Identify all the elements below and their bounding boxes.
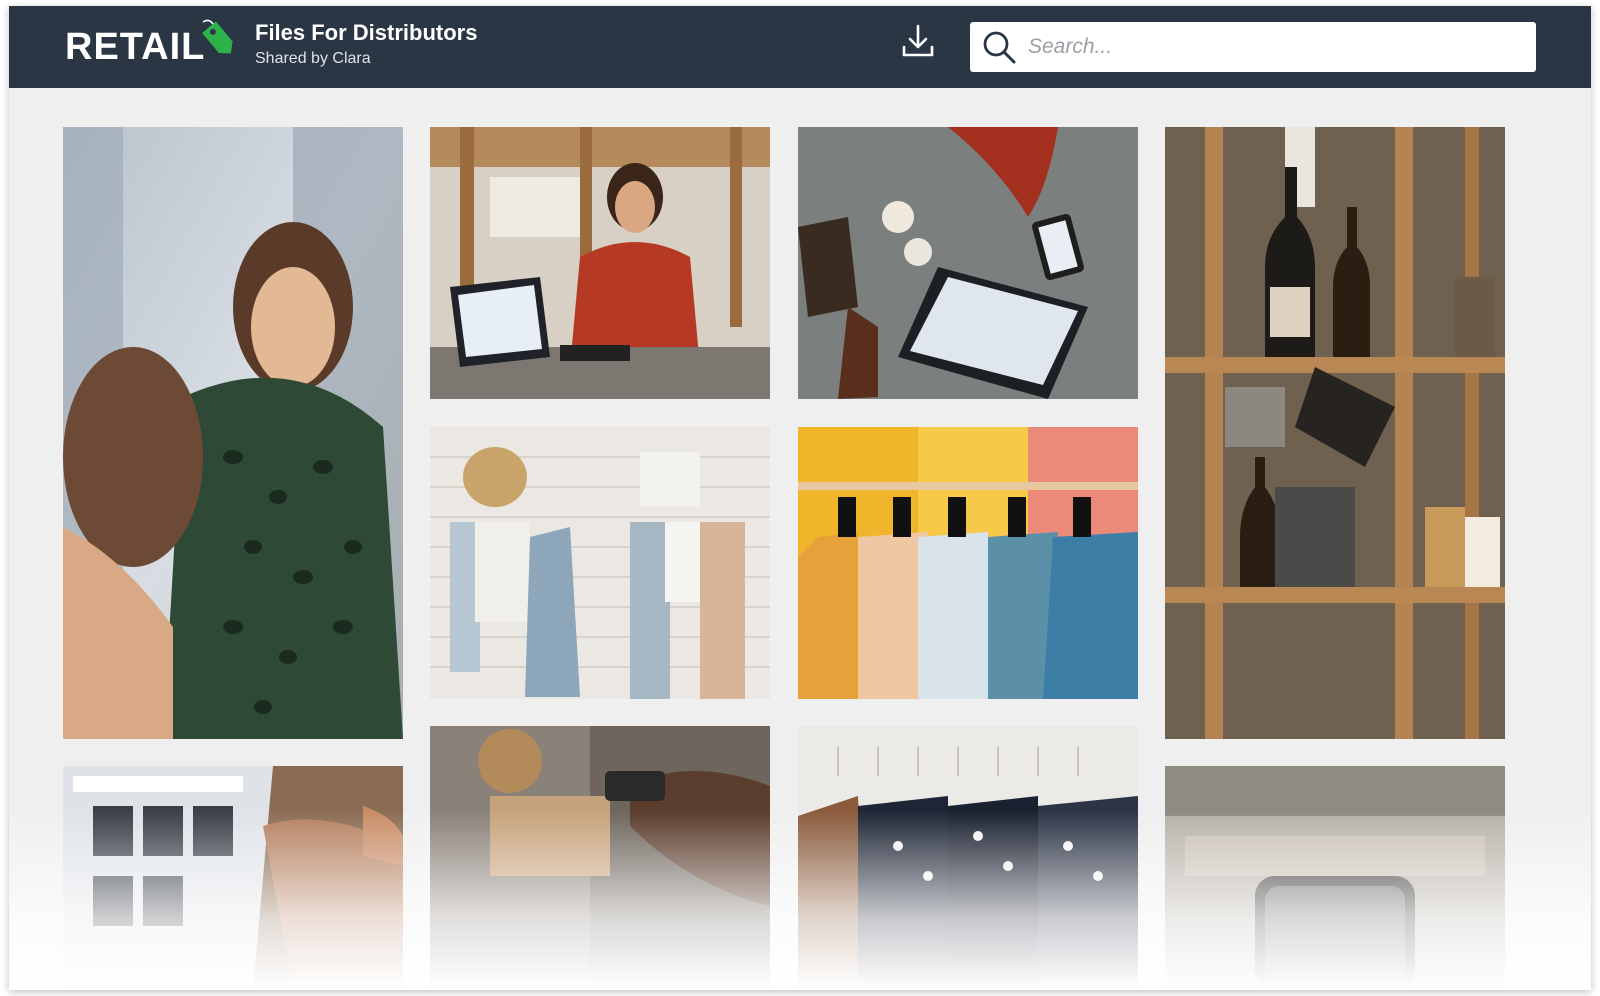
retail-logo[interactable]: RETAIL bbox=[65, 19, 237, 70]
gallery-image-woman-green-top[interactable] bbox=[63, 127, 403, 739]
header-bar: RETAIL Files For Distributors Shared by … bbox=[9, 6, 1591, 88]
title-block: Files For Distributors Shared by Clara bbox=[255, 20, 477, 70]
download-icon bbox=[901, 23, 935, 64]
search-input[interactable] bbox=[1024, 27, 1512, 67]
gallery-image-card-reader[interactable] bbox=[430, 726, 770, 990]
gallery-image-wine-shelves[interactable] bbox=[1165, 127, 1505, 739]
gallery-image-colorful-shirts[interactable] bbox=[798, 427, 1138, 699]
logo-text: RETAIL bbox=[65, 25, 206, 68]
page-title: Files For Distributors bbox=[255, 20, 478, 45]
gallery-image-towels-robe[interactable] bbox=[430, 427, 770, 699]
search-icon[interactable] bbox=[974, 22, 1024, 72]
gallery-image-pos-terminal[interactable] bbox=[430, 127, 770, 399]
price-tag-icon bbox=[199, 16, 237, 65]
search-box[interactable] bbox=[970, 22, 1536, 72]
shared-by-label: Shared by Clara bbox=[255, 50, 371, 67]
image-gallery bbox=[9, 88, 1591, 990]
gallery-image-laptop-catalog[interactable] bbox=[63, 766, 403, 990]
download-button[interactable] bbox=[897, 22, 939, 64]
gallery-image-dark-shirts[interactable] bbox=[798, 726, 1138, 990]
gallery-image-blurred-shop[interactable] bbox=[1165, 766, 1505, 990]
app-window: RETAIL Files For Distributors Shared by … bbox=[9, 6, 1591, 990]
gallery-image-tablet-overhead[interactable] bbox=[798, 127, 1138, 399]
